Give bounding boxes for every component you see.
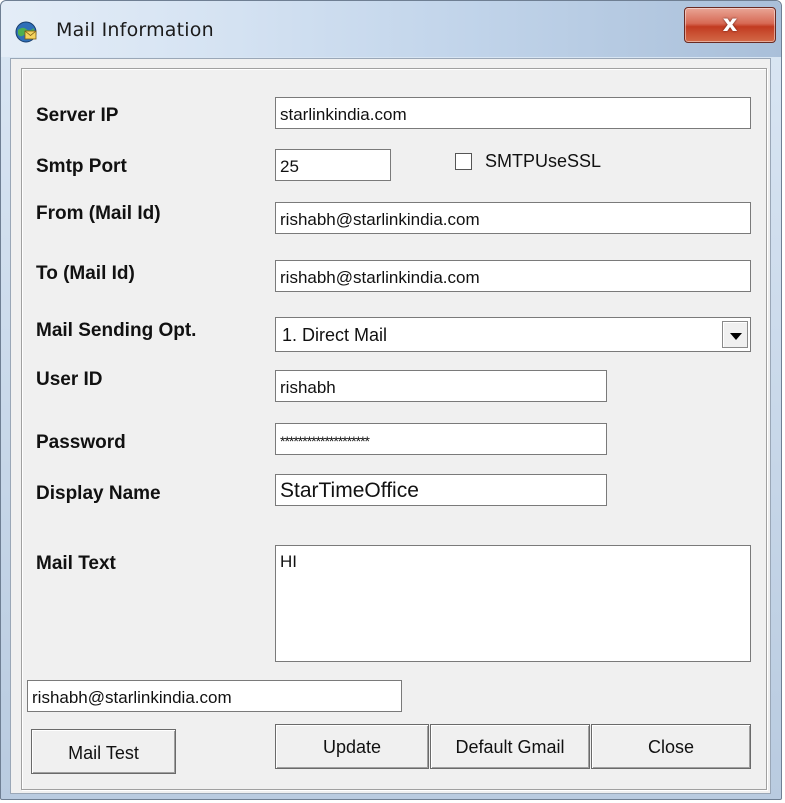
default-gmail-button-label: Default Gmail	[455, 737, 565, 757]
to-mail-input[interactable]	[275, 260, 751, 292]
display-name-input[interactable]	[275, 474, 607, 506]
display-name-label: Display Name	[36, 483, 161, 504]
mail-settings-group: Server IP Smtp Port SMTPUseSSL From (Mai…	[21, 68, 767, 790]
globe-mail-icon	[15, 21, 37, 43]
smtp-port-label: Smtp Port	[36, 156, 127, 177]
password-label: Password	[36, 432, 126, 453]
user-id-input[interactable]	[275, 370, 607, 402]
sending-option-value: 1. Direct Mail	[282, 325, 388, 345]
sending-option-label: Mail Sending Opt.	[36, 320, 197, 341]
password-input[interactable]	[275, 423, 607, 455]
window-title: Mail Information	[56, 19, 214, 41]
to-mail-label: To (Mail Id)	[36, 263, 135, 284]
mail-text-area[interactable]: HI	[275, 545, 751, 662]
title-bar[interactable]: Mail Information x	[1, 1, 781, 57]
mail-test-button[interactable]: Mail Test	[31, 729, 176, 774]
chevron-down-icon	[730, 333, 742, 340]
default-gmail-button[interactable]: Default Gmail	[430, 724, 590, 769]
close-button[interactable]: Close	[591, 724, 751, 769]
mail-test-button-label: Mail Test	[68, 743, 139, 763]
window-close-button[interactable]: x	[684, 7, 776, 43]
sending-option-select[interactable]: 1. Direct Mail	[275, 317, 751, 352]
server-ip-input[interactable]	[275, 97, 751, 129]
server-ip-label: Server IP	[36, 105, 119, 126]
user-id-label: User ID	[36, 369, 103, 390]
mail-information-window: Mail Information x Server IP Smtp Port S…	[0, 0, 782, 800]
close-button-label: Close	[647, 737, 695, 757]
close-icon: x	[722, 11, 738, 37]
smtp-port-input[interactable]	[275, 149, 391, 181]
test-address-input[interactable]	[27, 680, 402, 712]
dropdown-button[interactable]	[722, 321, 748, 348]
smtp-ssl-checkbox[interactable]	[455, 153, 472, 170]
update-button[interactable]: Update	[275, 724, 429, 769]
smtp-ssl-label: SMTPUseSSL	[485, 151, 602, 171]
dialog-client-area: Server IP Smtp Port SMTPUseSSL From (Mai…	[10, 58, 771, 794]
mail-text-label: Mail Text	[36, 553, 116, 574]
from-mail-label: From (Mail Id)	[36, 203, 161, 224]
from-mail-input[interactable]	[275, 202, 751, 234]
update-button-label: Update	[322, 737, 382, 757]
